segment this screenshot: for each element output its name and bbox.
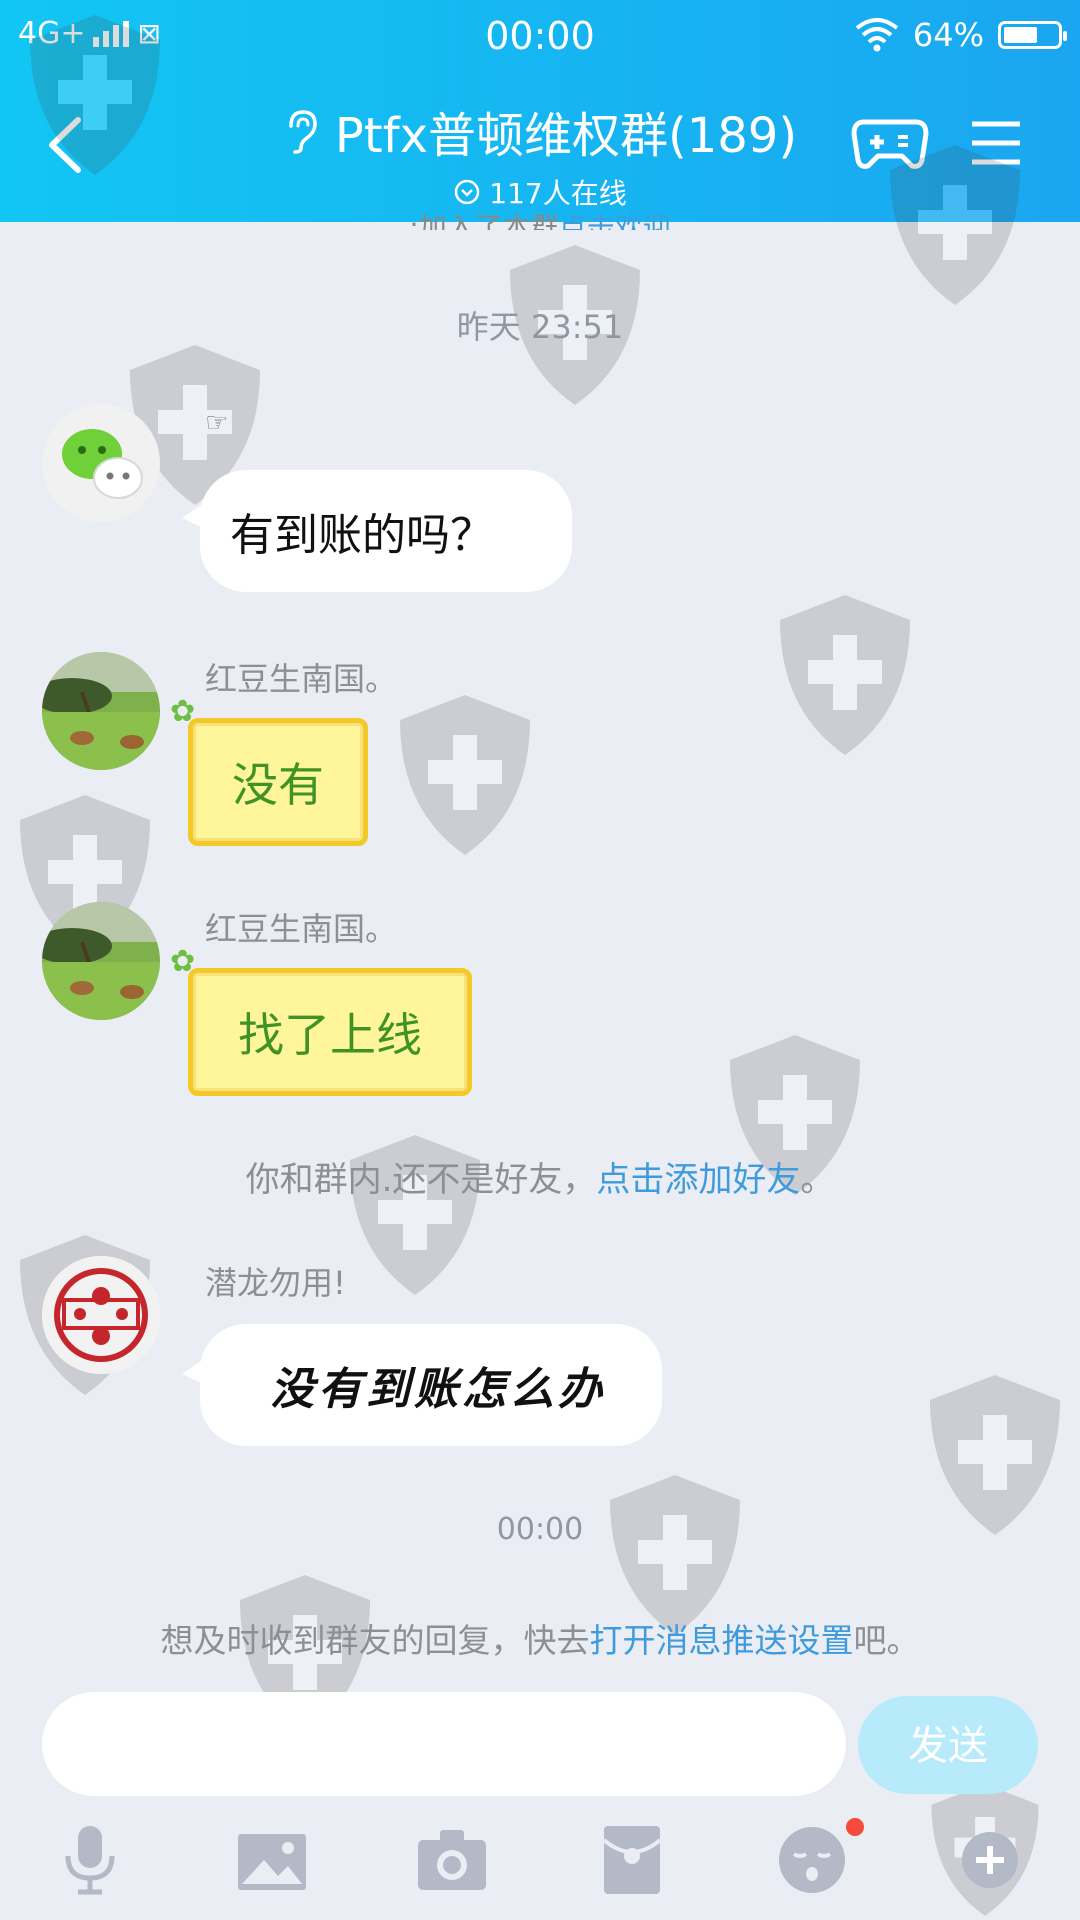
sender-name[interactable]: 潜龙勿用! [205, 1258, 346, 1304]
microphone-icon [65, 1826, 115, 1895]
online-check-icon [455, 179, 480, 205]
image-button[interactable] [232, 1820, 312, 1900]
battery-fill [1004, 27, 1038, 43]
watermark-shield-icon [400, 695, 530, 855]
message-bubble-yellow[interactable]: 找了上线 [188, 968, 472, 1096]
more-button[interactable] [950, 1820, 1030, 1900]
friend-notice-text: 你和群内.还不是好友， [245, 1160, 597, 1200]
battery-icon [998, 21, 1067, 49]
timestamp: 00:00 [496, 1512, 584, 1547]
red-packet-button[interactable] [592, 1820, 672, 1900]
friend-notice: 你和群内.还不是好友，点击添加好友。 [0, 1152, 1080, 1201]
status-right: 64% [855, 16, 1067, 54]
add-friend-link[interactable]: 点击添加好友 [596, 1160, 800, 1200]
wechat-logo-icon [42, 404, 160, 522]
sender-name[interactable]: 红豆生南国。 [205, 904, 397, 950]
message-text: 有到账的吗？ [230, 510, 494, 561]
seal-stamp-avatar-image [42, 1256, 160, 1374]
message-text: 没有 [232, 758, 324, 812]
avatar[interactable] [42, 902, 160, 1020]
plus-icon [962, 1832, 1018, 1888]
message-text: 找了上线 [238, 1008, 422, 1062]
emoji-icon [779, 1827, 845, 1893]
landscape-avatar-image [42, 652, 160, 770]
push-notice-text: 想及时收到群友的回复，快去 [160, 1621, 590, 1660]
group-title-text: Ptfx普顿维权群(189) [334, 108, 798, 164]
status-bar: 4G+ ⊠ 00:00 64% [0, 0, 1080, 76]
watermark-shield-icon [780, 595, 910, 755]
push-settings-link[interactable]: 打开消息推送设置 [590, 1621, 854, 1660]
push-notice: 想及时收到群友的回复，快去打开消息推送设置吧。 [0, 1614, 1080, 1662]
camera-button[interactable] [412, 1820, 492, 1900]
friend-notice-end: 。 [800, 1160, 835, 1200]
emoji-button[interactable] [772, 1820, 852, 1900]
red-packet-icon [602, 1826, 662, 1894]
avatar[interactable] [42, 404, 160, 522]
avatar[interactable] [42, 1256, 160, 1374]
welcome-link[interactable]: 点击欢迎 [559, 211, 671, 230]
sender-badge: ☞ [205, 408, 229, 438]
voice-button[interactable] [50, 1820, 130, 1900]
landscape-avatar-image [42, 902, 160, 1020]
notification-dot [846, 1818, 864, 1836]
battery-percent: 64% [912, 16, 984, 54]
message-bubble-yellow[interactable]: 没有 [188, 718, 368, 846]
ear-icon [289, 110, 317, 154]
timestamp: 昨天 23:51 [456, 308, 624, 346]
push-notice-end: 吧。 [853, 1621, 920, 1660]
game-button[interactable] [850, 112, 930, 172]
group-title[interactable]: Ptfx普顿维权群(189) [283, 96, 797, 166]
message-bubble[interactable]: 没有到账怎么办 [200, 1324, 662, 1446]
gamepad-icon [851, 119, 929, 169]
send-button[interactable]: 发送 [858, 1696, 1038, 1794]
join-notice: :加入了本群点击欢迎 [0, 206, 1080, 230]
sender-name[interactable]: 红豆生南国。 [205, 654, 397, 700]
join-notice-text: :加入了本群 [409, 211, 559, 230]
menu-button[interactable] [968, 118, 1024, 168]
wifi-icon [855, 18, 899, 52]
image-icon [238, 1834, 306, 1890]
message-input[interactable] [42, 1692, 846, 1796]
input-toolbar [0, 1820, 1080, 1920]
menu-icon [972, 121, 1020, 165]
camera-icon [418, 1830, 486, 1890]
chat-header: 4G+ ⊠ 00:00 64% Ptfx普顿维权群(189) 117人在线 [0, 0, 1080, 222]
message-text: 没有到账怎么办 [270, 1364, 606, 1415]
message-bubble[interactable]: 有到账的吗？ [200, 470, 572, 592]
avatar[interactable] [42, 652, 160, 770]
